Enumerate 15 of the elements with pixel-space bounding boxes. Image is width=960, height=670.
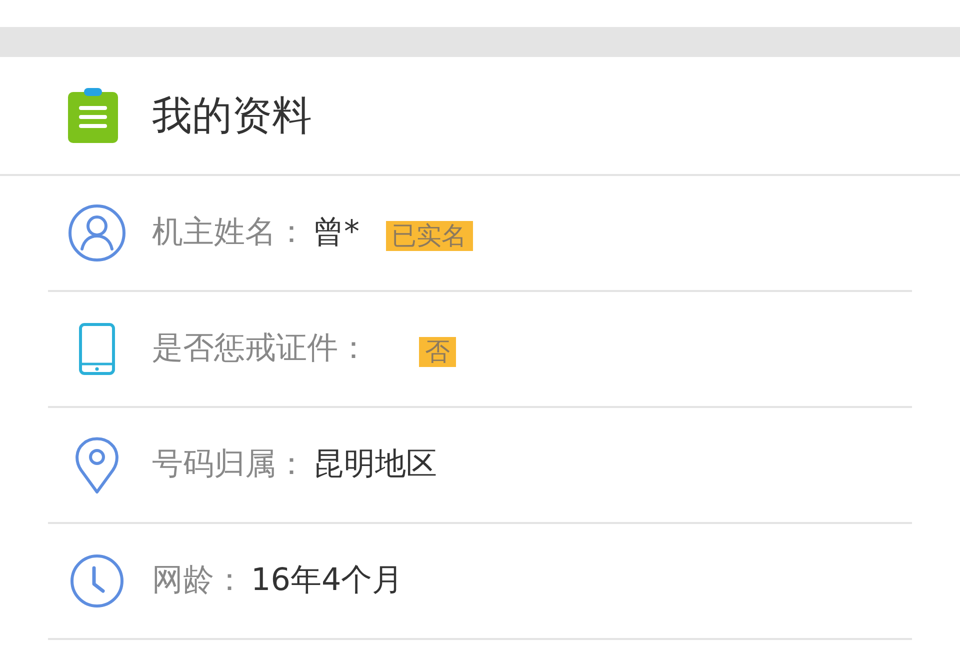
field-value: 曾* [313, 214, 360, 252]
field-value: 16年4个月 [251, 562, 404, 600]
status-tag: 已实名 [386, 221, 472, 251]
field-label: 网龄： [152, 562, 245, 600]
field-label: 号码归属： [152, 446, 307, 484]
field-value: 昆明地区 [313, 446, 437, 484]
clock-icon [70, 554, 124, 608]
clipboard-icon [68, 88, 118, 143]
page-title: 我的资料 [152, 92, 312, 140]
person-icon [68, 204, 126, 262]
field-label: 是否惩戒证件： [152, 330, 369, 368]
field-label: 机主姓名： [152, 214, 307, 252]
status-tag: 否 [419, 337, 456, 367]
phone-icon [79, 323, 115, 375]
location-pin-icon [75, 436, 119, 494]
